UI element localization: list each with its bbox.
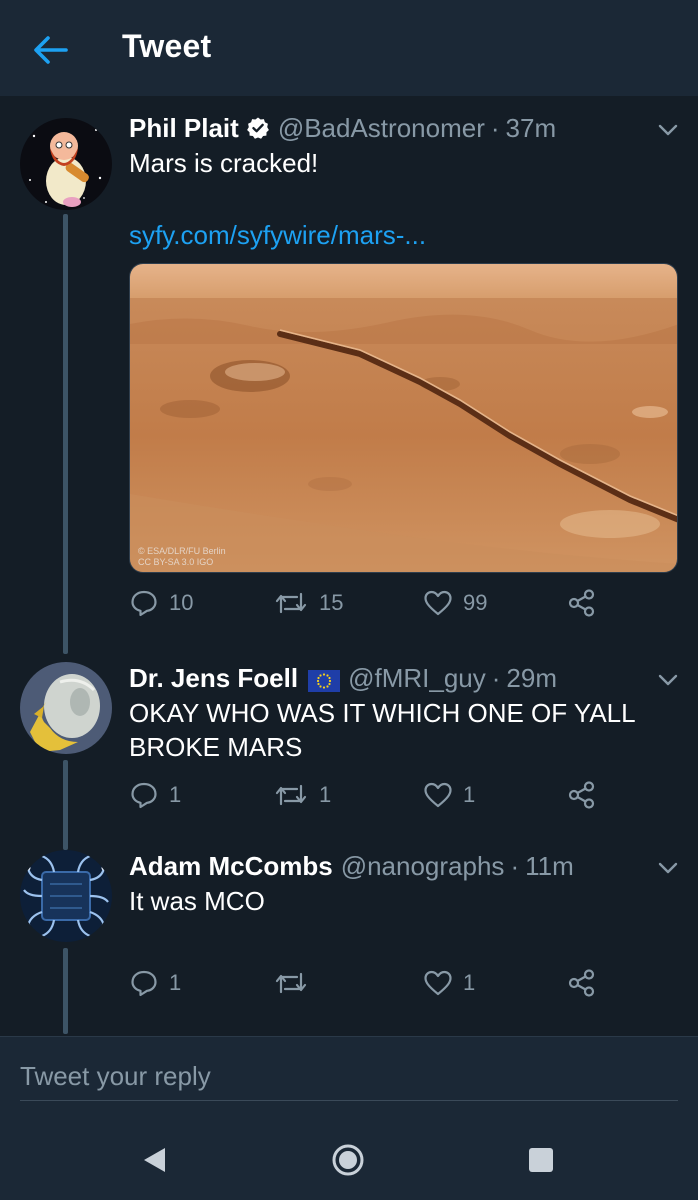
verified-badge-icon [246,116,270,140]
tweet-time: 11m [525,851,574,881]
chevron-down-icon [658,862,678,874]
nav-back-button[interactable] [136,1142,172,1178]
nav-back-icon [144,1148,165,1172]
page-title: Tweet [122,28,212,64]
tweet-header: Dr. Jens Foell @fMRI_guy · 29m [129,662,557,694]
tweet-media-image[interactable]: © ESA/DLR/FU Berlin CC BY-SA 3.0 IGO [129,263,678,573]
reply-button[interactable]: 10 [129,586,193,620]
nav-home-button[interactable] [330,1142,366,1178]
nav-recents-icon [529,1148,553,1172]
like-count: 99 [463,590,488,615]
heart-icon [424,590,452,616]
reply-count: 1 [169,970,182,995]
retweet-icon [275,972,307,994]
avatar[interactable] [20,662,112,754]
separator-dot: · [490,113,500,143]
tweet-header: Adam McCombs @nanographs · 11m [129,850,574,882]
nav-recents-button[interactable] [523,1142,559,1178]
avatar[interactable] [20,850,112,942]
media-credit: © ESA/DLR/FU Berlin CC BY-SA 3.0 IGO [138,546,226,567]
author-name[interactable]: Dr. Jens Foell [129,662,298,694]
avatar[interactable] [20,118,112,210]
retweet-button[interactable]: 1 [273,778,331,812]
reply-button[interactable]: 1 [129,966,181,1000]
tweet-actions: 1 1 [129,966,689,1000]
reply-icon [131,782,157,809]
share-button[interactable] [567,966,597,1000]
tweet-text: OKAY WHO WAS IT WHICH ONE OF YALL BROKE … [129,698,636,762]
author-handle[interactable]: @BadAstronomer [278,112,485,144]
author-name[interactable]: Phil Plait [129,112,239,144]
author-handle[interactable]: @fMRI_guy [348,662,486,694]
retweet-count: 1 [319,782,332,807]
tweet-time: 37m [505,113,557,143]
tweet-time: 29m [506,663,557,693]
heart-icon [424,970,452,996]
retweet-count: 15 [319,590,344,615]
reply-button[interactable]: 1 [129,778,181,812]
like-button[interactable]: 1 [423,778,475,812]
eu-flag-icon [308,667,341,692]
system-nav-bar [0,1118,698,1200]
retweet-button[interactable] [273,966,319,1000]
back-button[interactable] [28,30,72,70]
tweet-text: Mars is cracked! [129,148,319,178]
like-button[interactable]: 1 [423,966,475,1000]
nav-home-icon [332,1144,364,1176]
reply-composer [0,1036,698,1118]
arrow-left-icon [34,36,68,64]
tweet-header: Phil Plait @BadAstronomer · 37m [129,112,556,144]
retweet-button[interactable]: 15 [273,586,343,620]
share-button[interactable] [567,778,597,812]
share-icon [568,781,595,809]
retweet-icon [275,784,307,806]
tweet-menu-button[interactable] [656,670,680,690]
reply-count: 1 [169,782,182,807]
like-count: 1 [463,782,476,807]
tweet-actions: 10 15 99 [129,586,689,620]
share-icon [568,969,595,997]
tweet-menu-button[interactable] [656,858,680,878]
tweet-menu-button[interactable] [656,120,680,140]
tweet[interactable]: Adam McCombs @nanographs · 11m It was MC… [0,850,698,1000]
heart-icon [424,782,452,808]
chevron-down-icon [658,124,678,136]
reply-icon [131,970,157,997]
tweet-actions: 1 1 1 [129,778,689,812]
author-name[interactable]: Adam McCombs [129,850,333,882]
tweet[interactable]: Dr. Jens Foell @fMRI_guy · 29m OKAY WHO [0,662,698,822]
tweet-text: It was MCO [129,886,265,916]
share-button[interactable] [567,586,597,620]
like-button[interactable]: 99 [423,586,487,620]
tweet[interactable]: Phil Plait @BadAstronomer · 37m Mars is … [0,112,698,632]
reply-icon [131,590,157,617]
chevron-down-icon [658,674,678,686]
tweet-link[interactable]: syfy.com/syfywire/mars-... [129,218,426,252]
author-handle[interactable]: @nanographs [341,850,505,882]
reply-input[interactable] [20,1061,678,1101]
like-count: 1 [463,970,476,995]
top-app-bar: Tweet [0,0,698,96]
separator-dot: · [510,851,520,881]
share-icon [568,589,595,617]
reply-count: 10 [169,590,194,615]
separator-dot: · [491,663,501,693]
retweet-icon [275,592,307,614]
tweet-thread: Phil Plait @BadAstronomer · 37m Mars is … [0,96,698,1036]
